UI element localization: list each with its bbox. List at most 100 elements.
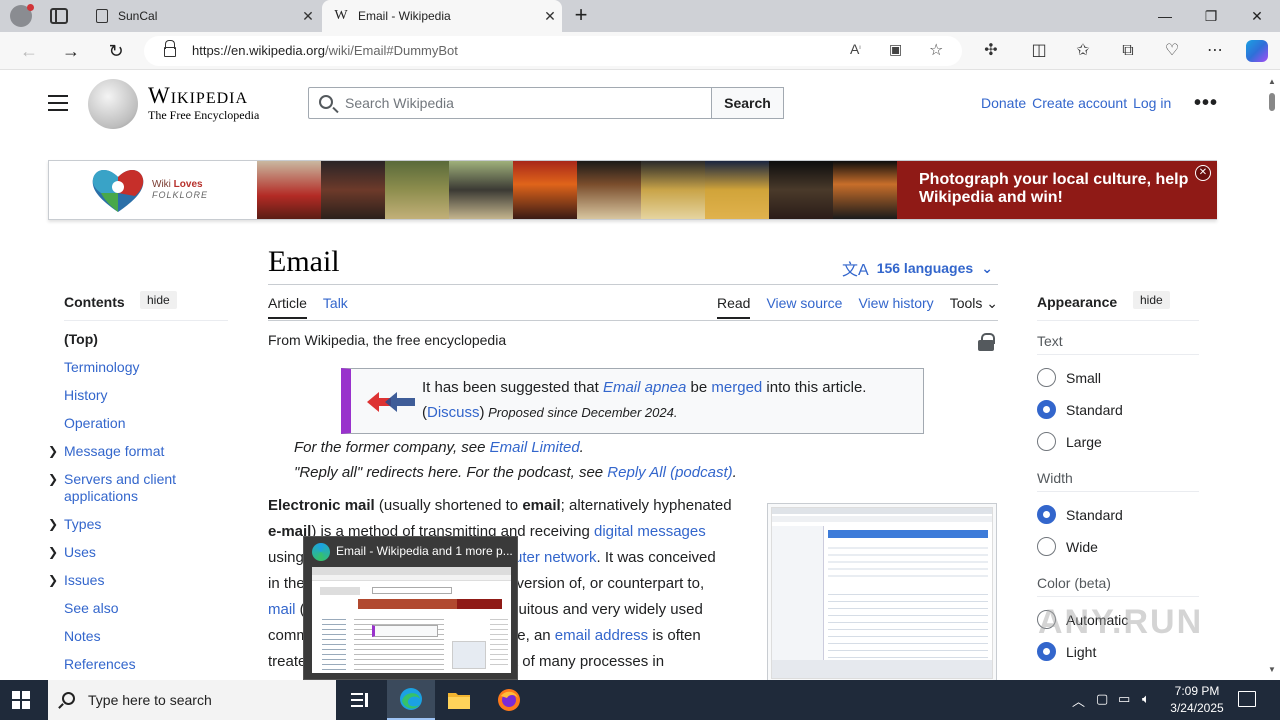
- protection-lock-icon[interactable]: [978, 333, 995, 351]
- tab-view-history[interactable]: View history: [858, 295, 933, 319]
- toc-item-issues[interactable]: ❯ Issues: [48, 572, 228, 589]
- back-button[interactable]: ←: [16, 38, 42, 64]
- browser-essentials-icon[interactable]: ♡: [1159, 38, 1185, 64]
- taskbar-search-box[interactable]: Type here to search: [48, 680, 336, 720]
- new-tab-button[interactable]: +: [570, 4, 592, 26]
- merged-link[interactable]: merged: [711, 379, 762, 396]
- radio-text-small[interactable]: Small: [1037, 368, 1101, 387]
- chevron-right-icon[interactable]: ❯: [48, 516, 58, 533]
- chevron-right-icon[interactable]: ❯: [48, 572, 58, 589]
- radio-color-light[interactable]: Light: [1037, 642, 1096, 661]
- favorites-icon[interactable]: ✩: [1070, 38, 1096, 64]
- collections-icon[interactable]: ⧉: [1115, 38, 1141, 64]
- scroll-up-icon[interactable]: ▲: [1268, 77, 1276, 86]
- device-icon[interactable]: ▢: [1096, 691, 1108, 707]
- tab-email-wikipedia[interactable]: W Email - Wikipedia ✕: [322, 0, 562, 32]
- tab-actions-icon[interactable]: [50, 8, 68, 24]
- reload-button[interactable]: ↻: [103, 38, 129, 64]
- create-account-link[interactable]: Create account: [1032, 95, 1127, 111]
- email-client-screenshot-image[interactable]: [767, 503, 997, 680]
- personal-tools-icon[interactable]: •••: [1194, 92, 1218, 115]
- toc-item-history[interactable]: History: [48, 387, 228, 404]
- radio-text-standard[interactable]: Standard: [1037, 400, 1123, 419]
- firefox-icon[interactable]: [485, 680, 533, 720]
- lock-icon[interactable]: [164, 40, 176, 57]
- extensions-icon[interactable]: ✣: [978, 38, 1004, 64]
- languages-button[interactable]: 文A 156 languages ⌄: [842, 256, 993, 280]
- banner-message[interactable]: Photograph your local culture, help Wiki…: [919, 171, 1199, 207]
- donate-link[interactable]: Donate: [981, 95, 1026, 111]
- toc-item-uses[interactable]: ❯ Uses: [48, 544, 228, 561]
- article-link[interactable]: mail: [268, 601, 296, 618]
- radio-circle[interactable]: [1037, 642, 1056, 661]
- scroll-thumb[interactable]: [1269, 93, 1275, 111]
- email-limited-link[interactable]: Email Limited: [490, 439, 580, 456]
- article-link[interactable]: digital messages: [594, 523, 706, 540]
- toc-hide-button[interactable]: hide: [140, 291, 177, 309]
- tab-read[interactable]: Read: [716, 295, 751, 319]
- search-button[interactable]: Search: [711, 87, 784, 119]
- radio-circle[interactable]: [1037, 505, 1056, 524]
- close-banner-icon[interactable]: ✕: [1195, 165, 1211, 181]
- toc-item-top[interactable]: (Top): [48, 331, 228, 348]
- toc-item-operation[interactable]: Operation: [48, 415, 228, 432]
- chevron-right-icon[interactable]: ❯: [48, 471, 58, 488]
- reply-all-podcast-link[interactable]: Reply All (podcast): [607, 464, 732, 481]
- toc-item-notes[interactable]: Notes: [48, 628, 228, 645]
- close-tab-icon[interactable]: ✕: [296, 8, 320, 25]
- toc-item-message-format[interactable]: ❯ Message format: [48, 443, 228, 460]
- show-hidden-icons-chevron-icon[interactable]: ︿: [1072, 691, 1085, 710]
- search-input[interactable]: Search Wikipedia: [308, 87, 712, 119]
- profile-avatar-icon[interactable]: [10, 4, 34, 27]
- radio-text-large[interactable]: Large: [1037, 432, 1102, 451]
- notification-center-icon[interactable]: [1238, 691, 1256, 707]
- restore-button[interactable]: ❐: [1188, 0, 1234, 32]
- volume-icon[interactable]: 🔈︎: [1142, 691, 1150, 707]
- taskbar-window-preview[interactable]: Email - Wikipedia and 1 more p...: [303, 536, 518, 680]
- close-window-button[interactable]: ✕: [1234, 0, 1280, 32]
- favorite-star-icon[interactable]: ☆: [929, 40, 943, 60]
- close-tab-icon[interactable]: ✕: [538, 8, 562, 25]
- minimize-button[interactable]: —: [1142, 0, 1188, 32]
- tab-suncal[interactable]: SunCal ✕: [84, 0, 320, 32]
- copilot-icon[interactable]: [1246, 40, 1268, 62]
- radio-width-wide[interactable]: Wide: [1037, 537, 1098, 556]
- wikipedia-globe-logo[interactable]: [88, 79, 138, 129]
- settings-more-icon[interactable]: ⋯: [1202, 38, 1228, 64]
- read-aloud-icon[interactable]: Aᵢ: [850, 41, 861, 57]
- edge-taskbar-icon[interactable]: [387, 680, 435, 720]
- scroll-down-icon[interactable]: ▼: [1268, 665, 1276, 674]
- toc-item-see-also[interactable]: See also: [48, 600, 228, 617]
- toc-item-references[interactable]: References: [48, 656, 228, 673]
- file-explorer-icon[interactable]: [435, 680, 483, 720]
- main-menu-icon[interactable]: [48, 95, 68, 111]
- windows-start-icon[interactable]: [12, 691, 30, 709]
- log-in-link[interactable]: Log in: [1133, 95, 1171, 111]
- chevron-right-icon[interactable]: ❯: [48, 544, 58, 561]
- network-icon[interactable]: ▭: [1118, 691, 1130, 707]
- preview-thumbnail[interactable]: [312, 567, 511, 673]
- tools-menu[interactable]: Tools ⌄: [950, 295, 998, 319]
- chevron-right-icon[interactable]: ❯: [48, 443, 58, 460]
- split-screen-icon[interactable]: ◫: [1026, 38, 1052, 64]
- radio-circle[interactable]: [1037, 432, 1056, 451]
- email-apnea-link[interactable]: Email apnea: [603, 379, 686, 396]
- page-scrollbar[interactable]: ▲ ▼: [1264, 71, 1280, 680]
- tab-article[interactable]: Article: [268, 295, 307, 319]
- tab-view-source[interactable]: View source: [766, 295, 842, 319]
- address-bar[interactable]: https://en.wikipedia.org/wiki/Email#Dumm…: [144, 36, 962, 66]
- wikipedia-wordmark[interactable]: Wikipedia The Free Encyclopedia: [148, 83, 259, 123]
- tab-talk[interactable]: Talk: [323, 295, 348, 319]
- toc-item-terminology[interactable]: Terminology: [48, 359, 228, 376]
- immersive-reader-icon[interactable]: ▣: [889, 41, 902, 58]
- radio-circle[interactable]: [1037, 400, 1056, 419]
- system-clock[interactable]: 7:09 PM 3/24/2025: [1162, 683, 1232, 717]
- radio-circle[interactable]: [1037, 368, 1056, 387]
- radio-circle[interactable]: [1037, 537, 1056, 556]
- appearance-hide-button[interactable]: hide: [1133, 291, 1170, 309]
- radio-width-standard[interactable]: Standard: [1037, 505, 1123, 524]
- article-link[interactable]: email address: [555, 627, 648, 644]
- toc-item-types[interactable]: ❯ Types: [48, 516, 228, 533]
- url-text[interactable]: https://en.wikipedia.org/wiki/Email#Dumm…: [192, 43, 458, 58]
- task-view-icon[interactable]: [336, 680, 384, 720]
